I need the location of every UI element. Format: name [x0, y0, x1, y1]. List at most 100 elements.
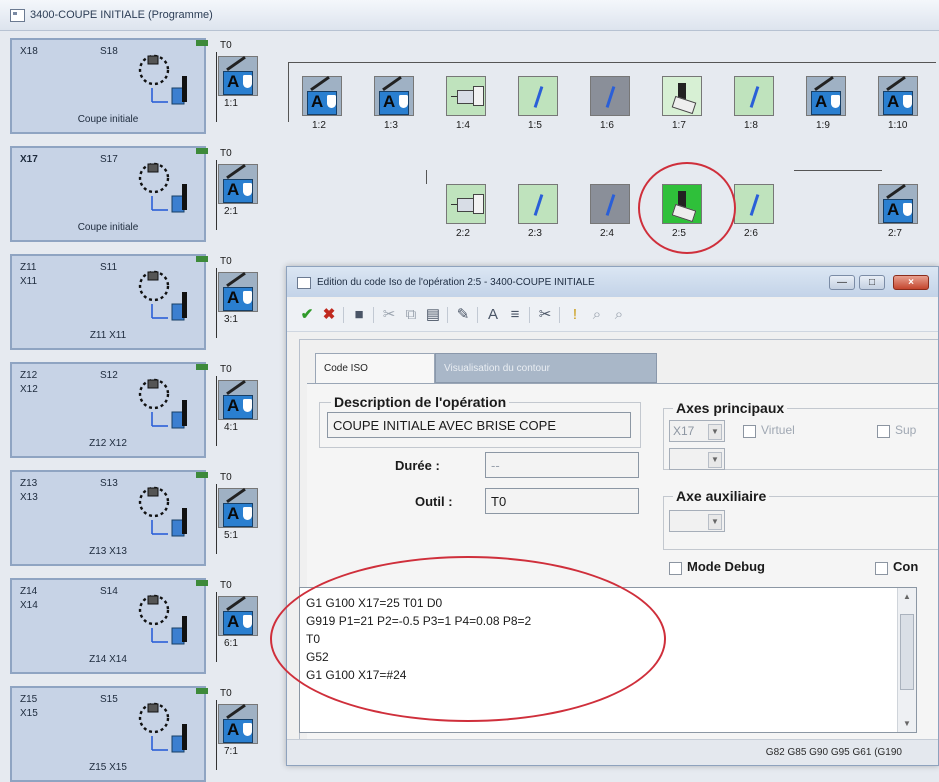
dialog-window-icon — [297, 277, 311, 289]
tool-operation-tile[interactable]: A — [218, 163, 258, 204]
tool-operation-tile[interactable]: A — [218, 703, 258, 744]
operation-label: 4:1 — [224, 422, 238, 433]
grey-operation-tile[interactable] — [590, 184, 630, 224]
axis-panel-z15[interactable]: Z15 X15 S15 Z15 X15 — [10, 686, 206, 782]
cut-operation-tile[interactable] — [662, 76, 702, 116]
tool-operation-tile[interactable]: A — [218, 379, 258, 420]
find-icon[interactable]: ⌕ — [587, 305, 607, 325]
sup-checkbox[interactable] — [877, 425, 890, 438]
sequence-line — [216, 376, 217, 446]
tool-edit-icon[interactable]: ✎ — [453, 305, 473, 325]
axis-sub-name: X12 — [20, 384, 38, 395]
axes-principaux-combo[interactable]: X17 ▼ — [669, 420, 725, 442]
maximize-button[interactable]: □ — [859, 275, 885, 290]
tool-operation-tile[interactable]: A — [806, 75, 846, 116]
tool-operation-tile[interactable]: A — [218, 271, 258, 312]
operation-label: 1:9 — [816, 120, 830, 131]
plain-operation-tile[interactable] — [734, 184, 774, 224]
toolbar-separator — [559, 307, 560, 323]
tool-operation-tile[interactable]: A — [218, 595, 258, 636]
t0-label: T0 — [220, 256, 232, 267]
axis-panel-z12[interactable]: Z12 X12 S12 Z12 X12 — [10, 362, 206, 458]
tab-visualisation-contour[interactable]: Visualisation du contour — [435, 353, 657, 383]
code-scrollbar[interactable]: ▲ ▼ — [897, 588, 916, 732]
plain-operation-tile[interactable] — [518, 76, 558, 116]
virtuel-checkbox[interactable] — [743, 425, 756, 438]
axis-sub-name: X13 — [20, 492, 38, 503]
font-icon[interactable]: A — [483, 305, 503, 325]
axis-panel-z11[interactable]: Z11 X11 S11 Z11 X11 — [10, 254, 206, 350]
axis-caption: Z13 X13 — [89, 546, 127, 557]
turret-icon — [130, 156, 187, 213]
initial-tool-slot: T0 A 7:1 — [210, 686, 270, 782]
close-button[interactable]: × — [893, 275, 929, 290]
move-operation-tile[interactable] — [446, 184, 486, 224]
axis-sub-name: X15 — [20, 708, 38, 719]
tab-code-iso[interactable]: Code ISO — [315, 353, 435, 383]
t0-label: T0 — [220, 40, 232, 51]
scrollbar-thumb[interactable] — [900, 614, 914, 690]
virtuel-label: Virtuel — [761, 423, 795, 437]
axis-name: X18 — [20, 46, 38, 57]
find-next-icon[interactable]: ⌕ — [609, 305, 629, 325]
format-lines-icon[interactable]: ≡ — [505, 305, 525, 325]
axe-auxiliaire-combo[interactable]: ▼ — [669, 510, 725, 532]
toolbar-separator — [373, 307, 374, 323]
copy-icon[interactable]: ⧉ — [401, 305, 421, 325]
operation-label: 2:3 — [528, 228, 542, 239]
operation-label: 2:1 — [224, 206, 238, 217]
sequence-line — [288, 62, 289, 122]
initial-tool-slot: T0 A 5:1 — [210, 470, 270, 566]
outil-label: Outil : — [415, 494, 453, 509]
duree-label: Durée : — [395, 458, 440, 473]
tool-operation-tile[interactable]: A — [878, 75, 918, 116]
dialog-title-bar[interactable]: Edition du code Iso de l'opération 2:5 -… — [287, 267, 938, 297]
t0-label: T0 — [220, 688, 232, 699]
axis-panel-x17[interactable]: X17 S17 Coupe initiale — [10, 146, 206, 242]
plain-operation-tile[interactable] — [734, 76, 774, 116]
cancel-x-icon[interactable]: ✖ — [319, 305, 339, 325]
paste-icon[interactable]: ▤ — [423, 305, 443, 325]
tool-operation-tile[interactable]: A — [374, 75, 414, 116]
scroll-down-icon[interactable]: ▼ — [898, 719, 916, 728]
description-field[interactable]: COUPE INITIALE AVEC BRISE COPE — [327, 412, 631, 438]
move-operation-tile[interactable] — [446, 76, 486, 116]
highlight-circle-op-2-5 — [638, 162, 736, 254]
slot-label: S15 — [100, 694, 118, 705]
con-checkbox[interactable] — [875, 562, 888, 575]
mode-debug-checkbox[interactable] — [669, 562, 682, 575]
con-label: Con — [893, 559, 919, 574]
validate-check-icon[interactable]: ✔ — [297, 305, 317, 325]
tool-operation-tile[interactable]: A — [302, 75, 342, 116]
tool-operation-tile[interactable]: A — [218, 487, 258, 528]
plain-operation-tile[interactable] — [518, 184, 558, 224]
operation-label: 1:10 — [888, 120, 908, 131]
axes-secondary-combo[interactable]: ▼ — [669, 448, 725, 470]
tool-operation-tile[interactable]: A — [218, 55, 258, 96]
axis-panel-z14[interactable]: Z14 X14 S14 Z14 X14 — [10, 578, 206, 674]
axis-name: Z14 — [20, 586, 38, 597]
operation-label: 2:4 — [600, 228, 614, 239]
tool-letter: A — [887, 200, 900, 219]
cut-scissors-icon[interactable]: ✂ — [379, 305, 399, 325]
t0-label: T0 — [220, 580, 232, 591]
outil-value: T0 — [491, 494, 507, 509]
t0-label: T0 — [220, 364, 232, 375]
duree-field[interactable]: -- — [485, 452, 639, 478]
initial-tool-slot: T0 A 3:1 — [210, 254, 270, 350]
outil-field[interactable]: T0 — [485, 488, 639, 514]
save-disk-icon[interactable]: ■ — [349, 305, 369, 325]
grey-operation-tile[interactable] — [590, 76, 630, 116]
description-value: COUPE INITIALE AVEC BRISE COPE — [333, 418, 556, 433]
tool-operation-tile[interactable]: A — [878, 183, 918, 224]
operation-label: 3:1 — [224, 314, 238, 325]
note-icon[interactable]: ! — [565, 305, 585, 325]
clean-icon[interactable]: ✂ — [535, 305, 555, 325]
minimize-button[interactable]: — — [829, 275, 855, 290]
turret-icon — [130, 48, 187, 105]
axis-panel-z13[interactable]: Z13 X13 S13 Z13 X13 — [10, 470, 206, 566]
scroll-up-icon[interactable]: ▲ — [898, 592, 916, 601]
axis-panel-x18[interactable]: X18 S18 Coupe initiale — [10, 38, 206, 134]
operation-label: 1:4 — [456, 120, 470, 131]
axes-principaux-title: Axes principaux — [673, 400, 788, 416]
